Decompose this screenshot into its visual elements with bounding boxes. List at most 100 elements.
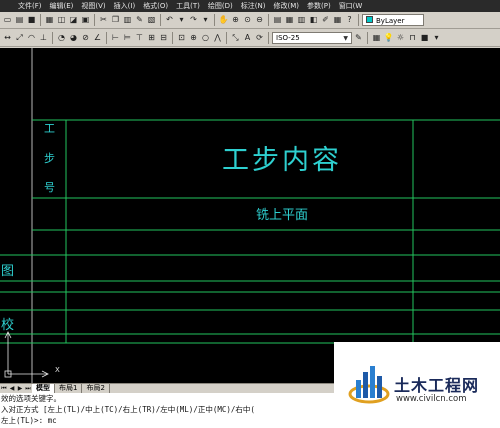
plot-icon[interactable]: ▣ — [80, 15, 91, 26]
column-char-3: 号 — [44, 181, 55, 194]
aligned-dimension-icon[interactable]: ⤢ — [14, 33, 25, 44]
tool-palettes-icon[interactable]: ▥ — [296, 15, 307, 26]
open-folder-icon[interactable]: ▤ — [14, 15, 25, 26]
separator — [106, 32, 107, 44]
drawing-lines — [0, 48, 500, 383]
jogged-icon[interactable]: ◕ — [68, 33, 79, 44]
radius-dimension-icon[interactable]: ◔ — [56, 33, 67, 44]
separator — [268, 14, 269, 26]
menu-tools[interactable]: 工具(T) — [172, 0, 204, 12]
cut-icon[interactable]: ✂ — [98, 15, 109, 26]
tab-layout1[interactable]: 布局1 — [55, 384, 83, 393]
print-icon[interactable]: ▦ — [44, 15, 55, 26]
dimstyle-dropdown[interactable]: ISO-25 ▼ — [272, 32, 352, 44]
dimension-edit-icon[interactable]: ⤡ — [230, 33, 241, 44]
dimension-text-edit-icon[interactable]: A — [242, 33, 253, 44]
menu-insert[interactable]: 插入(I) — [110, 0, 140, 12]
watermark-title: 土木工程网 — [394, 376, 480, 395]
new-file-icon[interactable]: ▭ — [2, 15, 13, 26]
menu-draw[interactable]: 绘图(D) — [204, 0, 237, 12]
prev-tab-icon[interactable]: ◀ — [8, 385, 16, 393]
undo-dropdown-icon[interactable]: ▾ — [176, 15, 187, 26]
zoom-window-icon[interactable]: ⊙ — [242, 15, 253, 26]
menu-parametric[interactable]: 参数(P) — [303, 0, 335, 12]
match-properties-icon[interactable]: ✎ — [134, 15, 145, 26]
save-icon[interactable]: ■ — [26, 15, 37, 26]
dimension-toolbar: ↔ ⤢ ◠ ⊥ ◔ ◕ ⊘ ∠ ⊢ ⊨ ⊤ ⊞ ⊟ ⊡ ⊕ ○ ⋀ ⤡ A ⟳ … — [0, 30, 500, 47]
properties-icon[interactable]: ▤ — [272, 15, 283, 26]
layer-dropdown-icon[interactable]: ▾ — [431, 33, 442, 44]
dimension-space-icon[interactable]: ⊞ — [146, 33, 157, 44]
jogged-linear-icon[interactable]: ⋀ — [212, 33, 223, 44]
zoom-previous-icon[interactable]: ⊖ — [254, 15, 265, 26]
color-swatch-icon — [366, 15, 373, 23]
layer-properties-icon[interactable]: ▦ — [371, 33, 382, 44]
tab-model[interactable]: 模型 — [32, 384, 55, 393]
center-mark-icon[interactable]: ⊕ — [188, 33, 199, 44]
color-dropdown-value: ByLayer — [376, 16, 405, 25]
design-center-icon[interactable]: ▦ — [284, 15, 295, 26]
publish-icon[interactable]: ◪ — [68, 15, 79, 26]
layer-color-icon[interactable]: ■ — [419, 33, 430, 44]
drawing-title-text[interactable]: 工步内容 — [222, 138, 342, 177]
menu-bar: 文件(F) 编辑(E) 视图(V) 插入(I) 格式(O) 工具(T) 绘图(D… — [0, 0, 500, 12]
standard-toolbar: ▭ ▤ ■ ▦ ◫ ◪ ▣ ✂ ❐ ▥ ✎ ▧ ↶ ▾ ↷ ▾ ✋ ⊕ ⊙ ⊖ … — [0, 12, 500, 29]
column-char-2: 步 — [44, 152, 55, 165]
sheet-set-icon[interactable]: ◧ — [308, 15, 319, 26]
help-icon[interactable]: ? — [344, 15, 355, 26]
zoom-realtime-icon[interactable]: ⊕ — [230, 15, 241, 26]
markup-icon[interactable]: ✐ — [320, 15, 331, 26]
color-dropdown[interactable]: ByLayer — [362, 14, 424, 26]
quickcalc-icon[interactable]: ▦ — [332, 15, 343, 26]
layer-lock-icon[interactable]: ⊓ — [407, 33, 418, 44]
baseline-dimension-icon[interactable]: ⊨ — [122, 33, 133, 44]
quick-dimension-icon[interactable]: ⊢ — [110, 33, 121, 44]
linear-dimension-icon[interactable]: ↔ — [2, 33, 13, 44]
first-tab-icon[interactable]: ⏮ — [0, 385, 8, 393]
left-label-char-2: 校 — [1, 318, 15, 333]
angular-dimension-icon[interactable]: ∠ — [92, 33, 103, 44]
next-tab-icon[interactable]: ▶ — [16, 385, 24, 393]
menu-file[interactable]: 文件(F) — [0, 0, 46, 12]
drawing-canvas[interactable]: 工 步 号 工步内容 铣上平面 图 校 X — [0, 48, 500, 383]
redo-icon[interactable]: ↷ — [188, 15, 199, 26]
dimension-update-icon[interactable]: ⟳ — [254, 33, 265, 44]
menu-modify[interactable]: 修改(M) — [269, 0, 303, 12]
redo-dropdown-icon[interactable]: ▾ — [200, 15, 211, 26]
tolerance-icon[interactable]: ⊡ — [176, 33, 187, 44]
copy-icon[interactable]: ❐ — [110, 15, 121, 26]
pan-icon[interactable]: ✋ — [218, 15, 229, 26]
layer-on-icon[interactable]: 💡 — [383, 33, 394, 44]
menu-window[interactable]: 窗口(W — [335, 0, 367, 12]
menu-view[interactable]: 视图(V) — [77, 0, 109, 12]
separator — [40, 14, 41, 26]
ordinate-icon[interactable]: ⊥ — [38, 33, 49, 44]
separator — [268, 32, 269, 44]
arc-length-icon[interactable]: ◠ — [26, 33, 37, 44]
menu-dimension[interactable]: 标注(N) — [237, 0, 270, 12]
left-label-char-1: 图 — [1, 264, 15, 279]
watermark: 土木工程网 www.civilcn.com — [334, 342, 500, 428]
dimension-break-icon[interactable]: ⊟ — [158, 33, 169, 44]
ucs-x-label: X — [55, 366, 60, 374]
menu-format[interactable]: 格式(O) — [139, 0, 172, 12]
menu-edit[interactable]: 编辑(E) — [46, 0, 78, 12]
dimstyle-dropdown-value: ISO-25 — [276, 34, 300, 42]
diameter-dimension-icon[interactable]: ⊘ — [80, 33, 91, 44]
continue-dimension-icon[interactable]: ⊤ — [134, 33, 145, 44]
print-preview-icon[interactable]: ◫ — [56, 15, 67, 26]
block-editor-icon[interactable]: ▧ — [146, 15, 157, 26]
separator — [172, 32, 173, 44]
inspection-icon[interactable]: ○ — [200, 33, 211, 44]
column-char-1: 工 — [44, 122, 55, 135]
layer-freeze-icon[interactable]: ☼ — [395, 33, 406, 44]
undo-icon[interactable]: ↶ — [164, 15, 175, 26]
drawing-subtitle-text[interactable]: 铣上平面 — [256, 204, 308, 223]
tab-layout2[interactable]: 布局2 — [82, 384, 110, 393]
civil-engineering-logo-icon — [348, 366, 390, 404]
paste-icon[interactable]: ▥ — [122, 15, 133, 26]
dimension-style-icon[interactable]: ✎ — [353, 33, 364, 44]
separator — [358, 14, 359, 26]
last-tab-icon[interactable]: ⏭ — [24, 385, 32, 393]
separator — [52, 32, 53, 44]
